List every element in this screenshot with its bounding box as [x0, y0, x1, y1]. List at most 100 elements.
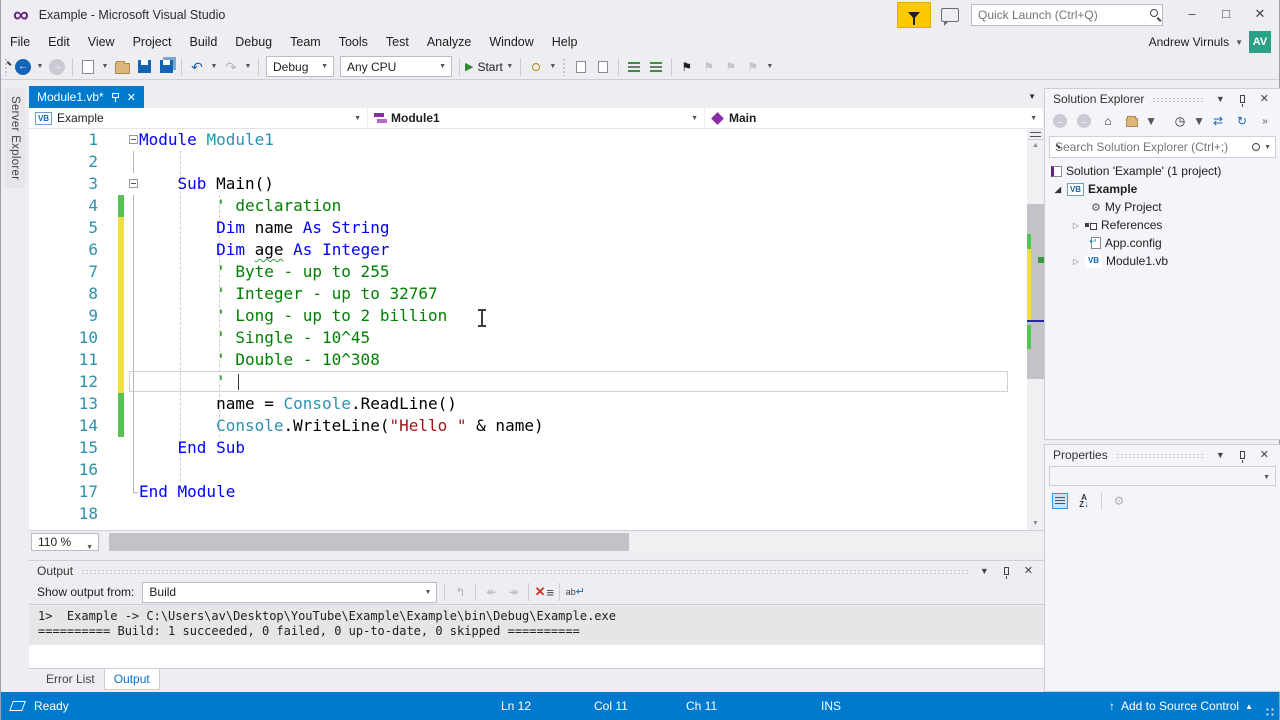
find-message-icon[interactable]: ↰: [450, 582, 470, 602]
zoom-level-select[interactable]: 110 % ▼: [31, 533, 99, 551]
close-icon[interactable]: ✕: [1257, 448, 1272, 461]
uncomment-icon[interactable]: [646, 57, 666, 77]
code-text[interactable]: ': [139, 371, 226, 393]
forward-icon[interactable]: →: [1074, 111, 1094, 131]
switch-views-icon[interactable]: [1122, 111, 1142, 131]
minimize-button[interactable]: –: [1177, 3, 1207, 27]
avatar[interactable]: AV: [1249, 31, 1271, 53]
property-pages-wrench-icon[interactable]: ⚙: [1109, 491, 1129, 511]
output-source-select[interactable]: Build ▼: [142, 581, 438, 603]
add-to-source-control-button[interactable]: ↑ Add to Source Control ▲: [1109, 699, 1253, 713]
window-position-dropdown[interactable]: ▼: [1213, 94, 1228, 104]
code-text[interactable]: ' Single - 10^45: [139, 327, 370, 349]
bookmark-next-icon[interactable]: ⚑: [721, 57, 741, 77]
bookmark-dropdown[interactable]: ▼: [765, 57, 775, 77]
code-text[interactable]: Dim name As String: [139, 217, 389, 239]
tree-item-references[interactable]: ▷ References: [1045, 216, 1280, 234]
code-text[interactable]: Console.WriteLine("Hello " & name): [139, 415, 544, 437]
code-line[interactable]: 4 ' declaration: [29, 195, 1044, 217]
window-position-dropdown[interactable]: ▼: [1213, 450, 1228, 460]
clear-all-icon[interactable]: ✕ ≡: [534, 582, 555, 602]
menu-analyze[interactable]: Analyze: [418, 30, 480, 54]
code-text[interactable]: name = Console.ReadLine(): [139, 393, 457, 415]
next-message-icon[interactable]: ↠: [503, 582, 523, 602]
code-text[interactable]: ' Integer - up to 32767: [139, 283, 438, 305]
code-line[interactable]: 14 Console.WriteLine("Hello " & name): [29, 415, 1044, 437]
indent-decrease-icon[interactable]: [571, 57, 591, 77]
code-line[interactable]: 9 ' Long - up to 2 billion: [29, 305, 1044, 327]
pin-icon[interactable]: [1239, 450, 1245, 463]
output-panel-header[interactable]: Output ▼ ✕: [29, 561, 1044, 580]
collapse-toggle-icon[interactable]: [129, 179, 138, 188]
save-icon[interactable]: [134, 57, 154, 77]
tree-item-app-config[interactable]: App.config: [1045, 234, 1280, 252]
menu-tools[interactable]: Tools: [330, 30, 377, 54]
menu-edit[interactable]: Edit: [39, 30, 79, 54]
document-tab[interactable]: Module1.vb* ✕: [29, 86, 144, 108]
start-dropdown[interactable]: ▼: [505, 57, 515, 77]
code-line[interactable]: 12 ': [29, 371, 1044, 393]
document-list-dropdown[interactable]: ▼: [1028, 92, 1036, 101]
save-all-icon[interactable]: [156, 57, 176, 77]
prev-message-icon[interactable]: ↞: [481, 582, 501, 602]
menu-test[interactable]: Test: [377, 30, 418, 54]
code-line[interactable]: 3 Sub Main(): [29, 173, 1044, 195]
code-text[interactable]: ' Long - up to 2 billion: [139, 305, 447, 327]
close-icon[interactable]: ✕: [1257, 92, 1272, 105]
outlining-margin[interactable]: [129, 173, 139, 195]
find-in-files-icon[interactable]: [526, 57, 546, 77]
solution-explorer-header[interactable]: Solution Explorer ▼ ✕: [1045, 89, 1280, 108]
code-text[interactable]: Sub Main(): [139, 173, 274, 195]
filter-dropdown[interactable]: ▼: [1193, 111, 1205, 131]
notifications-flag-button[interactable]: [897, 2, 931, 28]
toolbar-overflow[interactable]: ▼: [548, 57, 558, 77]
code-line[interactable]: 5 Dim name As String: [29, 217, 1044, 239]
pin-icon[interactable]: [1239, 94, 1245, 107]
navigate-backward-dropdown[interactable]: ▼: [35, 57, 45, 77]
properties-object-select[interactable]: ▼: [1049, 466, 1276, 486]
close-icon[interactable]: ✕: [1021, 564, 1036, 577]
maximize-button[interactable]: □: [1211, 3, 1241, 27]
resize-grip[interactable]: [1265, 707, 1275, 717]
undo-dropdown[interactable]: ▼: [209, 57, 219, 77]
search-options-dropdown[interactable]: ▼: [1264, 144, 1271, 151]
close-button[interactable]: ✕: [1245, 3, 1275, 27]
scroll-up-arrow[interactable]: ▲: [1027, 142, 1044, 149]
tree-item-module1[interactable]: ▷ VB Module1.vb: [1045, 252, 1280, 270]
switch-views-dropdown[interactable]: ▼: [1145, 111, 1157, 131]
undo-icon[interactable]: ↶: [187, 57, 207, 77]
code-line[interactable]: 7 ' Byte - up to 255: [29, 261, 1044, 283]
toolbar-drag-handle[interactable]: [4, 57, 9, 76]
code-text[interactable]: End Sub: [139, 437, 245, 459]
word-wrap-icon[interactable]: ab ↵: [565, 582, 585, 602]
bookmark-prev-icon[interactable]: ⚑: [699, 57, 719, 77]
tree-item-project-example[interactable]: ◢ VB Example: [1045, 180, 1280, 198]
new-file-icon[interactable]: [78, 57, 98, 77]
outlining-margin[interactable]: [129, 129, 139, 151]
tree-item-solution[interactable]: Solution 'Example' (1 project): [1045, 162, 1280, 180]
code-line[interactable]: 18: [29, 503, 1044, 525]
project-dropdown[interactable]: VB Example ▼: [29, 108, 368, 128]
member-dropdown[interactable]: Main ▼: [705, 108, 1044, 128]
menu-view[interactable]: View: [79, 30, 124, 54]
tab-output[interactable]: Output: [103, 669, 160, 690]
menu-help[interactable]: Help: [543, 30, 587, 54]
text-editor-toolbar-drag-handle[interactable]: [561, 57, 567, 76]
expander-collapsed-icon[interactable]: ▷: [1071, 257, 1081, 266]
split-window-handle[interactable]: [1027, 129, 1044, 140]
code-text[interactable]: ' Byte - up to 255: [139, 261, 389, 283]
scroll-down-arrow[interactable]: ▼: [1027, 520, 1044, 527]
code-text[interactable]: ' Double - 10^308: [139, 349, 380, 371]
open-file-icon[interactable]: [112, 57, 132, 77]
code-text[interactable]: ' declaration: [139, 195, 341, 217]
server-explorer-tab[interactable]: Server Explorer: [5, 88, 25, 189]
navigate-forward-button[interactable]: →: [47, 57, 67, 77]
menu-window[interactable]: Window: [480, 30, 542, 54]
code-line[interactable]: 16: [29, 459, 1044, 481]
indent-increase-icon[interactable]: [593, 57, 613, 77]
start-debug-button[interactable]: ▶ Start: [465, 57, 503, 77]
tab-error-list[interactable]: Error List: [37, 669, 104, 690]
pending-changes-filter-icon[interactable]: ◷: [1170, 111, 1190, 131]
menu-build[interactable]: Build: [180, 30, 226, 54]
bookmark-toggle-icon[interactable]: ⚑: [677, 57, 697, 77]
